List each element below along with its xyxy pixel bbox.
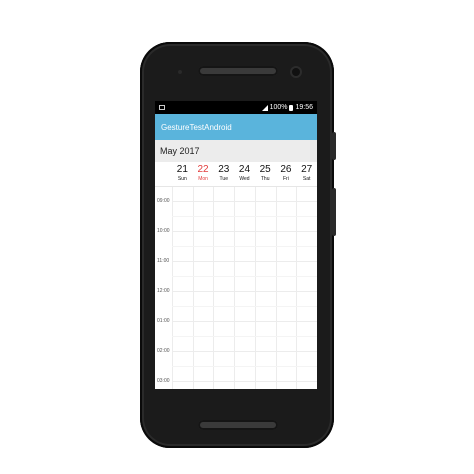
grid-column-line [234,187,236,389]
day-column-header[interactable]: 26 Fri [276,163,297,183]
signal-icon [261,104,268,111]
day-number: 25 [259,164,271,175]
grid-half-row-line [172,366,317,367]
day-label: Wed [239,176,250,182]
grid-row-line [172,321,317,322]
grid-half-row-line [172,336,317,337]
time-label: 11:00 [157,258,170,264]
status-right: 100% 19:56 [261,104,313,111]
day-number: 23 [218,164,230,175]
day-column-header[interactable]: 23 Tue [213,163,234,183]
grid-row-line [172,261,317,262]
grid-row-line [172,201,317,202]
day-label: Fri [282,176,289,182]
month-header[interactable]: May 2017 [155,140,317,162]
grid-row-line [172,351,317,352]
grid-column-line [213,187,215,389]
day-label: Mon [198,176,208,182]
proximity-sensor [178,70,182,74]
time-label: 09:00 [157,198,170,204]
image-icon [159,105,165,110]
time-label: 02:00 [157,348,170,354]
grid-column-line [296,187,298,389]
app-bar: GestureTestAndroid [155,114,317,140]
day-header-row: 21 Sun 22 Mon 23 Tue 24 Wed 25 Thu 26 Fri 27 Sat [155,162,317,187]
day-column-header[interactable]: 25 Thu [255,163,276,183]
battery-icon [289,104,294,111]
day-label: Tue [219,176,228,182]
day-column-header[interactable]: 22 Mon [193,163,214,183]
clock: 19:56 [295,104,313,111]
grid-row-line [172,231,317,232]
day-label: Sun [177,176,187,182]
grid-column-line [254,187,256,389]
week-grid[interactable]: 09:00 10:00 11:00 12:00 01:00 02:00 03:00 [155,187,317,389]
app-title: GestureTestAndroid [161,122,232,132]
day-label: Thu [260,176,270,182]
grid-column-line [275,187,277,389]
day-number: 21 [176,164,188,175]
day-label: Sat [302,176,311,182]
month-label: May 2017 [160,146,200,156]
day-column-header[interactable]: 24 Wed [234,163,255,183]
grid-half-row-line [172,306,317,307]
day-column-header[interactable]: 21 Sun [172,163,193,183]
time-label: 01:00 [157,318,170,324]
grid-half-row-line [172,216,317,217]
day-number: 22 [197,164,209,175]
day-number: 26 [280,164,292,175]
grid-column-line [172,187,173,389]
grid-column-line [192,187,194,389]
screen: 100% 19:56 GestureTestAndroid May 2017 2… [155,101,317,389]
power-button [332,132,336,160]
day-number: 27 [301,164,313,175]
day-number: 24 [238,164,251,175]
front-camera [292,68,300,76]
grid-row-line [172,381,317,382]
bottom-speaker [198,420,278,430]
grid-half-row-line [172,276,317,277]
grid-row-line [172,291,317,292]
earpiece-speaker [198,66,278,76]
time-label: 10:00 [157,228,170,234]
day-column-header[interactable]: 27 Sat [296,163,317,183]
grid-half-row-line [172,246,317,247]
status-bar: 100% 19:56 [155,101,317,114]
time-label: 03:00 [157,378,170,384]
volume-button [332,188,336,236]
battery-percent: 100% [269,104,288,111]
time-label: 12:00 [157,288,170,294]
